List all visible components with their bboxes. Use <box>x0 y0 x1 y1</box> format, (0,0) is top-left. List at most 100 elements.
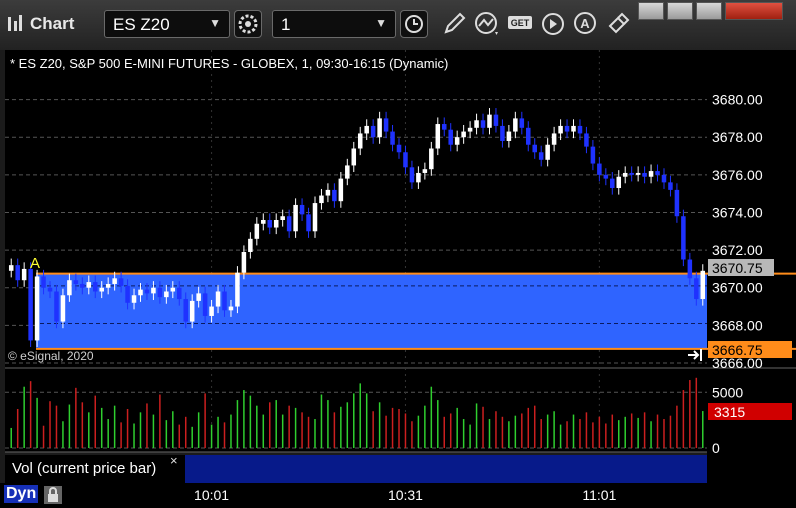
restore-icon[interactable] <box>667 2 693 20</box>
candle-body <box>286 216 292 232</box>
candle-body <box>21 268 27 281</box>
candle-body <box>635 172 641 175</box>
candle-body <box>299 204 305 215</box>
settings-gear-icon[interactable] <box>234 10 262 38</box>
candle-body <box>273 220 279 228</box>
candle-body <box>467 127 473 132</box>
candle-body <box>597 163 602 175</box>
candle-body <box>551 133 557 145</box>
candle-body <box>403 152 408 168</box>
candle-body <box>493 114 499 126</box>
candle-body <box>655 171 660 175</box>
candle-body <box>228 306 234 311</box>
candle-body <box>254 223 260 239</box>
candle-body <box>306 214 311 232</box>
candle-body <box>177 287 182 300</box>
candle-body <box>364 125 369 134</box>
candle-body <box>60 295 66 322</box>
time-tick-label: 10:31 <box>388 487 423 503</box>
candle-body <box>351 148 357 166</box>
candle-body <box>73 280 79 284</box>
candle-body <box>416 172 421 183</box>
close-icon[interactable] <box>725 2 783 20</box>
price-tick-label: 3680.00 <box>712 92 763 108</box>
candle-body <box>325 189 331 196</box>
candle-body <box>15 265 20 281</box>
help-icon[interactable] <box>638 2 664 20</box>
candle-body <box>687 259 693 279</box>
close-icon[interactable]: × <box>170 453 178 468</box>
candle-body <box>293 204 298 232</box>
maximize-icon[interactable] <box>696 2 722 20</box>
candle-body <box>222 291 227 311</box>
volume-tick-label: 5000 <box>712 384 743 400</box>
candle-body <box>312 203 318 232</box>
candle-body <box>144 289 150 294</box>
candle-body <box>86 282 92 288</box>
chart-logo-icon <box>8 15 22 31</box>
candle-body <box>209 306 214 316</box>
bottom-bar: Dyn 10:01 10:31 11:01 <box>0 483 796 508</box>
link-icon[interactable] <box>604 10 634 38</box>
get-icon[interactable]: GET <box>506 10 536 38</box>
candle-body <box>47 287 53 292</box>
candle-body <box>41 276 46 288</box>
candle-body <box>526 127 531 145</box>
candle-body <box>138 289 143 296</box>
candle-body <box>700 270 706 300</box>
candle-body <box>642 172 647 177</box>
time-axis-band <box>185 455 707 483</box>
candle-body <box>474 120 479 128</box>
volume-pane <box>5 368 707 452</box>
copyright-text: © eSignal, 2020 <box>8 349 94 363</box>
candle-body <box>370 125 376 138</box>
candle-body <box>603 174 609 179</box>
candle-body <box>189 300 195 322</box>
candle-body <box>125 285 130 303</box>
chart-area[interactable]: 3680.00 3678.00 3676.00 3674.00 3672.00 3670.… <box>0 50 796 483</box>
candle-body <box>480 120 486 128</box>
candle-body <box>513 118 518 132</box>
candle-body <box>622 172 628 177</box>
candle-body <box>196 293 201 301</box>
clock-icon[interactable] <box>400 10 428 38</box>
candle-body <box>454 137 460 145</box>
candle-body <box>319 195 324 204</box>
candle-body <box>202 293 208 316</box>
title-bar: Chart ES Z20 ▼ 1 ▼ GET A <box>0 0 796 50</box>
price-badge-lower: 3666.75 <box>708 341 792 358</box>
study-icon[interactable] <box>473 10 503 38</box>
pencil-icon[interactable] <box>440 10 470 38</box>
alert-icon[interactable]: A <box>571 10 601 38</box>
candle-body <box>164 291 169 298</box>
symbol-field[interactable]: ES Z20 ▼ <box>104 10 230 38</box>
candle-body <box>28 268 33 341</box>
candle-body <box>564 125 570 132</box>
price-badge-upper: 3670.75 <box>708 259 774 276</box>
candle-body <box>396 144 402 153</box>
candle-body <box>519 118 525 128</box>
candle-body <box>215 291 221 307</box>
candle-body <box>248 238 253 252</box>
candle-body <box>377 118 382 138</box>
chevron-down-icon[interactable]: ▼ <box>209 16 221 30</box>
candle-body <box>235 272 240 307</box>
interval-field[interactable]: 1 ▼ <box>272 10 396 38</box>
volume-pane-label: Vol (current price bar) <box>12 460 156 477</box>
candle-body <box>681 216 686 260</box>
chart-header: * ES Z20, S&P 500 E-MINI FUTURES - GLOBE… <box>10 56 448 71</box>
chevron-down-icon[interactable]: ▼ <box>375 16 387 30</box>
time-tick-label: 10:01 <box>194 487 229 503</box>
candle-body <box>532 144 537 153</box>
highlight-zone <box>36 272 796 350</box>
price-tick-label: 3676.00 <box>712 167 763 183</box>
play-icon[interactable] <box>539 10 569 38</box>
candle-body <box>170 287 176 292</box>
app-title: Chart <box>30 14 75 33</box>
candle-body <box>441 124 447 130</box>
candle-body <box>538 152 544 160</box>
candle-body <box>54 291 59 322</box>
price-tick-label: 3678.00 <box>712 129 763 145</box>
candle-body <box>648 171 654 177</box>
candle-body <box>157 287 163 298</box>
